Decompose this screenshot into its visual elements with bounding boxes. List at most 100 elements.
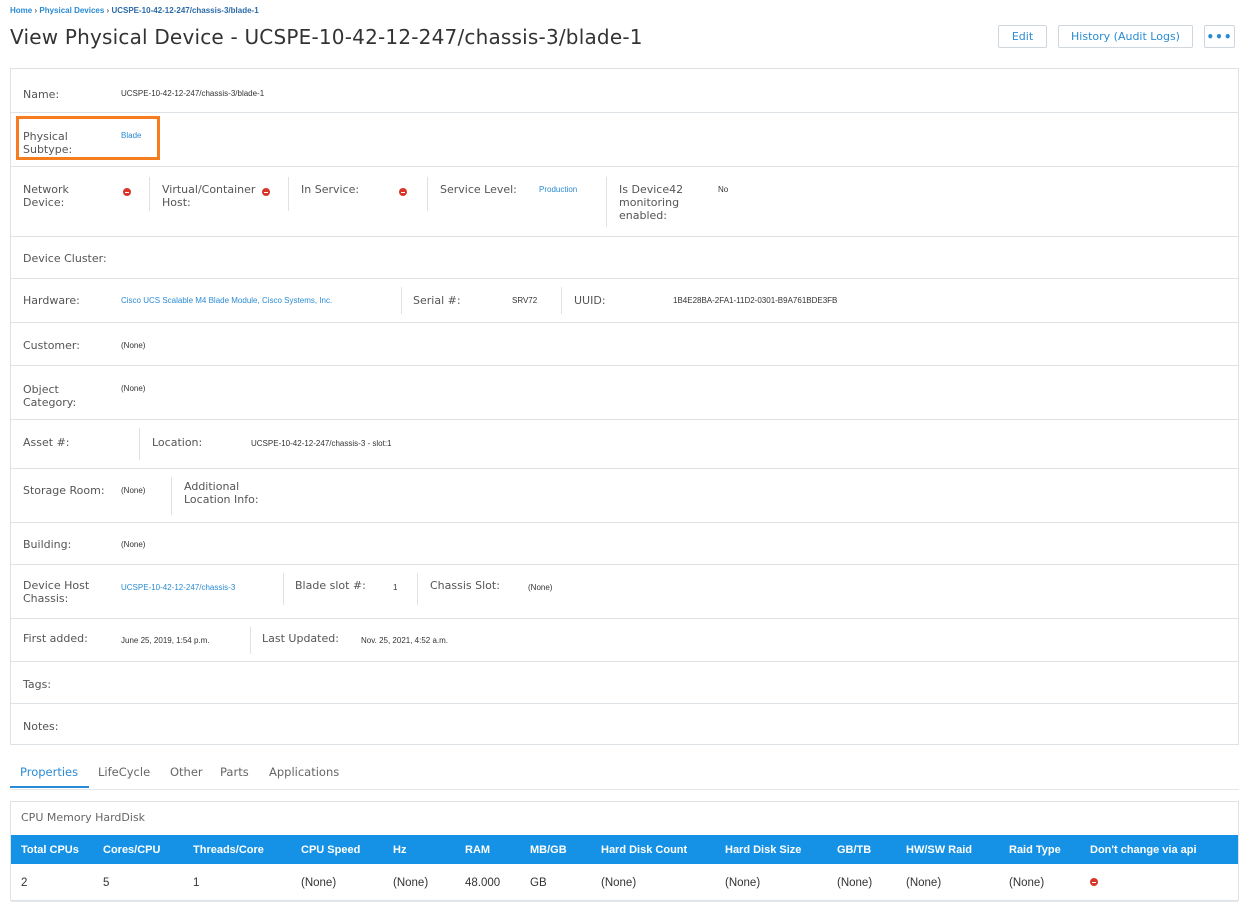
device-details-panel: Name: UCSPE-10-42-12-247/chassis-3/blade… (10, 68, 1239, 745)
monitoring-label-3: enabled: (619, 209, 667, 222)
divider (288, 177, 289, 211)
device-host-chassis-label-1: Device Host (23, 579, 90, 592)
table-cell: (None) (837, 864, 906, 902)
no-icon (123, 188, 131, 196)
building-value: (None) (121, 540, 146, 549)
column-header: Don't change via api (1090, 835, 1238, 864)
tab-applications[interactable]: Applications (269, 765, 339, 779)
first-added-label: First added: (23, 632, 88, 645)
monitoring-value: No (718, 185, 729, 194)
table-cell: 1 (193, 864, 301, 902)
serial-value: SRV72 (512, 296, 538, 305)
tags-row: Tags: (11, 661, 1238, 703)
storage-room-label: Storage Room: (23, 484, 105, 497)
device-host-chassis-label-2: Chassis: (23, 592, 69, 605)
name-label: Name: (23, 88, 60, 101)
name-row: Name: UCSPE-10-42-12-247/chassis-3/blade… (11, 69, 1238, 112)
column-header: Total CPUs (11, 835, 103, 864)
notes-row: Notes: (11, 703, 1238, 744)
device-flags-row: Network Device: Virtual/Container Host: … (11, 166, 1238, 236)
network-device-label-1: Network (23, 183, 69, 196)
table-cell: (None) (906, 864, 1009, 902)
location-label: Location: (152, 436, 203, 449)
customer-row: Customer: (None) (11, 322, 1238, 365)
name-value: UCSPE-10-42-12-247/chassis-3/blade-1 (121, 89, 265, 98)
table-header-row: Total CPUs Cores/CPU Threads/Core CPU Sp… (11, 835, 1238, 864)
table-cell: 5 (103, 864, 193, 902)
storage-room-row: Storage Room: (None) Additional Location… (11, 468, 1238, 522)
no-icon (399, 188, 407, 196)
column-header: MB/GB (530, 835, 601, 864)
breadcrumb-home[interactable]: Home (10, 6, 32, 15)
table-cell: (None) (1009, 864, 1090, 902)
column-header: Raid Type (1009, 835, 1090, 864)
divider (171, 477, 172, 515)
device-host-chassis-value[interactable]: UCSPE-10-42-12-247/chassis-3 (121, 583, 235, 593)
network-device-label-2: Device: (23, 196, 65, 209)
history-audit-logs-button[interactable]: History (Audit Logs) (1058, 25, 1193, 48)
customer-label: Customer: (23, 339, 80, 352)
service-level-value[interactable]: Production (539, 185, 577, 195)
tab-parts[interactable]: Parts (220, 765, 249, 779)
serial-label: Serial #: (413, 294, 461, 307)
divider (149, 177, 150, 211)
hardware-value[interactable]: Cisco UCS Scalable M4 Blade Module, Cisc… (121, 296, 332, 306)
edit-button[interactable]: Edit (998, 25, 1047, 48)
dates-row: First added: June 25, 2019, 1:54 p.m. La… (11, 618, 1238, 661)
hardware-row: Hardware: Cisco UCS Scalable M4 Blade Mo… (11, 278, 1238, 322)
cpu-memory-table: Total CPUs Cores/CPU Threads/Core CPU Sp… (11, 835, 1238, 902)
breadcrumb-separator: › (34, 6, 38, 15)
service-level-label: Service Level: (440, 183, 517, 196)
asset-location-row: Asset #: Location: UCSPE-10-42-12-247/ch… (11, 419, 1238, 468)
table-cell: (None) (301, 864, 393, 902)
virtual-host-label-2: Host: (162, 196, 191, 209)
additional-location-label-2: Location Info: (184, 493, 259, 506)
column-header: Hard Disk Count (601, 835, 725, 864)
monitoring-label-1: Is Device42 (619, 183, 684, 196)
divider (417, 573, 418, 605)
object-category-row: Object Category: (None) (11, 365, 1238, 419)
blade-slot-value: 1 (393, 583, 398, 592)
object-category-label-1: Object (23, 383, 59, 396)
column-header: Hard Disk Size (725, 835, 837, 864)
divider (401, 287, 402, 314)
table-cell: (None) (725, 864, 837, 902)
device-host-chassis-row: Device Host Chassis: UCSPE-10-42-12-247/… (11, 564, 1238, 618)
tab-lifecycle[interactable]: LifeCycle (98, 765, 150, 779)
table-cell: (None) (601, 864, 725, 902)
customer-value: (None) (121, 341, 146, 350)
active-tab-indicator (10, 786, 89, 788)
last-updated-value: Nov. 25, 2021, 4:52 a.m. (361, 636, 449, 645)
column-header: HW/SW Raid (906, 835, 1009, 864)
object-category-label-2: Category: (23, 396, 77, 409)
location-value: UCSPE-10-42-12-247/chassis-3 - slot:1 (251, 439, 392, 448)
tab-other[interactable]: Other (170, 765, 203, 779)
building-label: Building: (23, 538, 72, 551)
highlight-box (16, 116, 160, 160)
additional-location-label-1: Additional (184, 480, 240, 493)
chassis-slot-value: (None) (528, 583, 553, 592)
asset-label: Asset #: (23, 436, 70, 449)
column-header: CPU Speed (301, 835, 393, 864)
last-updated-label: Last Updated: (262, 632, 339, 645)
table-cell: 2 (11, 864, 103, 902)
section-title: CPU Memory HardDisk (21, 811, 146, 824)
building-row: Building: (None) (11, 522, 1238, 564)
device-cluster-label: Device Cluster: (23, 252, 107, 265)
tab-bar: Properties LifeCycle Other Parts Applica… (10, 759, 1239, 790)
uuid-value: 1B4E28BA-2FA1-11D2-0301-B9A761BDE3FB (673, 296, 838, 305)
breadcrumb-current: UCSPE-10-42-12-247/chassis-3/blade-1 (111, 6, 259, 15)
table-cell: 48.000 (465, 864, 530, 902)
tab-properties[interactable]: Properties (20, 765, 78, 779)
divider (139, 428, 140, 460)
no-icon (1090, 878, 1098, 886)
physical-subtype-row: Physical Subtype: Blade (11, 112, 1238, 166)
more-actions-button[interactable]: ••• (1204, 25, 1235, 48)
column-header: Threads/Core (193, 835, 301, 864)
divider (250, 627, 251, 654)
monitoring-label-2: monitoring (619, 196, 680, 209)
breadcrumb-physical-devices[interactable]: Physical Devices (39, 6, 104, 15)
device-cluster-row: Device Cluster: (11, 236, 1238, 278)
object-category-value: (None) (121, 384, 146, 393)
in-service-label: In Service: (301, 183, 360, 196)
